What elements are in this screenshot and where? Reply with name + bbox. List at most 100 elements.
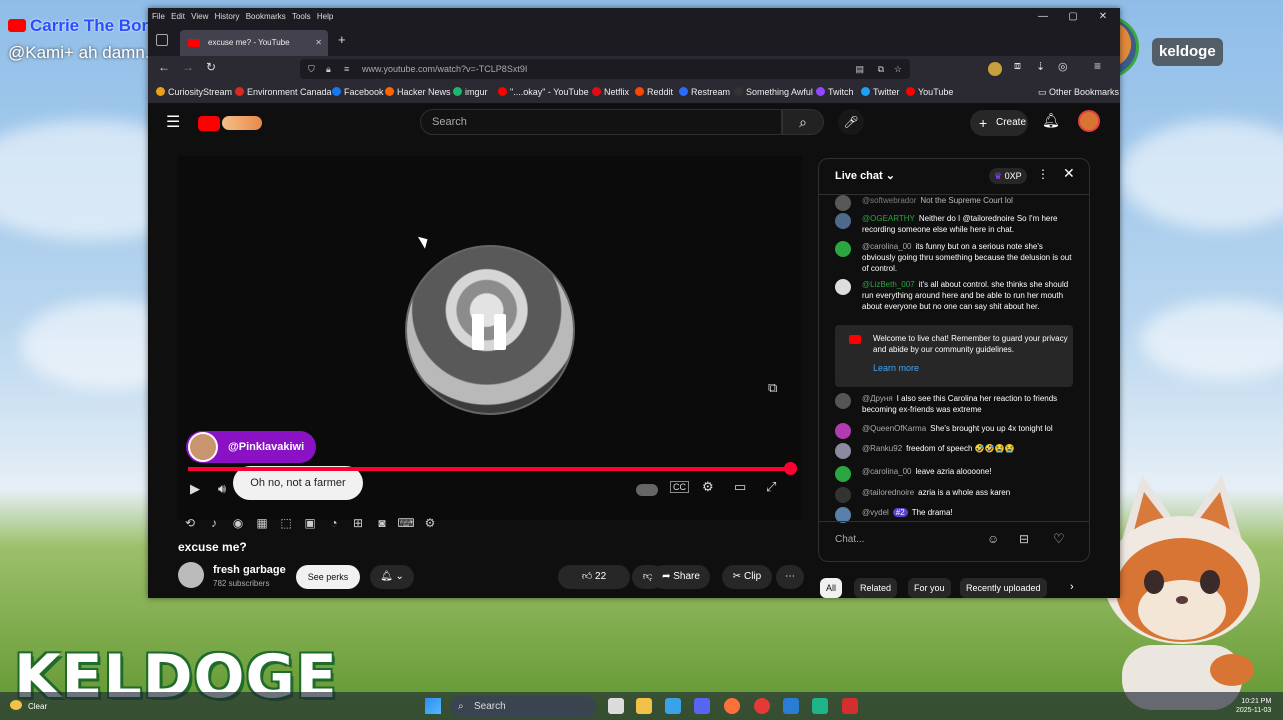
maximize-icon[interactable]: ▢ xyxy=(1058,8,1088,26)
bookmark-facebook[interactable]: Facebook xyxy=(332,87,384,97)
speed-icon[interactable]: ◔ xyxy=(322,516,346,530)
app-icon[interactable] xyxy=(754,698,770,714)
tab-list-icon[interactable] xyxy=(156,34,168,46)
file-explorer-icon[interactable] xyxy=(636,698,652,714)
discord-icon[interactable] xyxy=(694,698,710,714)
create-button[interactable]: + Create xyxy=(970,110,1028,136)
picture-in-picture-icon[interactable]: ⧉ xyxy=(878,59,884,79)
lock-icon[interactable]: 🔒︎ xyxy=(326,59,331,79)
more-options-icon[interactable]: ⋮ xyxy=(1037,167,1049,181)
chevron-right-icon[interactable]: › xyxy=(1070,581,1074,593)
close-window-icon[interactable]: ✕ xyxy=(1088,8,1118,26)
forward-icon[interactable]: → xyxy=(182,60,194,74)
filter-for-you[interactable]: For you xyxy=(908,578,951,598)
downloads-icon[interactable]: ⇣ xyxy=(1036,60,1045,73)
camera-icon[interactable]: ◙ xyxy=(370,516,394,530)
autoplay-toggle[interactable] xyxy=(636,484,658,496)
gift-icon[interactable]: ⊟ xyxy=(1019,532,1029,546)
channel-name[interactable]: fresh garbage xyxy=(213,564,286,576)
notification-bell-button[interactable]: 🔔︎ ⌄ xyxy=(370,565,414,589)
like-button[interactable]: 👍︎ 22 xyxy=(558,565,630,589)
screen-icon[interactable]: ▣ xyxy=(298,516,322,530)
bookmark-twitch[interactable]: Twitch xyxy=(816,87,854,97)
close-tab-icon[interactable]: ✕ xyxy=(315,30,322,56)
crop-icon[interactable]: ⬚ xyxy=(274,516,298,530)
filter-recently-uploaded[interactable]: Recently uploaded xyxy=(960,578,1047,598)
heart-icon[interactable]: ♡ xyxy=(1053,531,1065,547)
reload-icon[interactable]: ↻ xyxy=(206,60,216,74)
share-button[interactable]: ➦ Share xyxy=(652,565,710,589)
youtube-app-icon[interactable] xyxy=(842,698,858,714)
audio-icon[interactable]: ♪ xyxy=(202,516,226,530)
system-clock[interactable]: 10:21 PM 2025-11-03 xyxy=(1236,697,1271,715)
taskbar-search[interactable]: ⌕ Search xyxy=(450,696,596,718)
keyboard-icon[interactable]: ⌨ xyxy=(394,516,418,530)
close-chat-icon[interactable]: ✕ xyxy=(1063,165,1075,182)
eye-icon[interactable]: ◉ xyxy=(226,516,250,530)
menu-help[interactable]: Help xyxy=(317,8,333,26)
bookmark-restream[interactable]: Restream xyxy=(679,87,730,97)
bookmark-reddit[interactable]: Reddit xyxy=(635,87,673,97)
emoji-icon[interactable]: ☺ xyxy=(987,532,999,546)
microphone-icon[interactable]: 🎤︎ xyxy=(838,109,864,135)
clip-button[interactable]: ✂ Clip xyxy=(722,565,772,589)
theater-mode-icon[interactable]: ▭ xyxy=(734,479,746,495)
play-icon[interactable]: ▶ xyxy=(190,481,200,497)
bookmark-star-icon[interactable]: ☆ xyxy=(894,59,902,79)
word-icon[interactable] xyxy=(783,698,799,714)
user-avatar[interactable] xyxy=(1078,110,1100,132)
gear-icon[interactable]: ⚙ xyxy=(418,516,442,530)
hamburger-menu-icon[interactable]: ☰ xyxy=(166,112,180,132)
captions-icon[interactable]: CC xyxy=(670,481,689,493)
copilot-icon[interactable] xyxy=(665,698,681,714)
account-icon[interactable]: ◎ xyxy=(1058,60,1068,73)
extensions-puzzle-icon[interactable]: ⧈ xyxy=(1014,60,1021,73)
search-icon[interactable]: ⌕ xyxy=(782,109,824,135)
points-badge[interactable]: ♛ 0XP xyxy=(989,168,1027,184)
volume-icon[interactable]: 🔊︎ xyxy=(218,481,226,497)
settings-gear-icon[interactable]: ⚙ xyxy=(702,479,714,495)
see-perks-button[interactable]: See perks xyxy=(296,565,360,589)
weather-icon[interactable] xyxy=(10,700,22,710)
chat-input[interactable]: Chat... xyxy=(835,534,864,545)
bookmark-curiositystream[interactable]: CuriosityStream xyxy=(156,87,232,97)
url-bar[interactable]: ⛉ 🔒︎ ≡ www.youtube.com/watch?v=-TCLP8Sxt… xyxy=(300,59,910,79)
bookmark-imgur[interactable]: imgur xyxy=(453,87,488,97)
clapper-icon[interactable]: ▦ xyxy=(250,516,274,530)
minimize-icon[interactable]: — xyxy=(1028,8,1058,26)
bookmark-hacker-news[interactable]: Hacker News xyxy=(385,87,451,97)
bookmark-youtube[interactable]: YouTube xyxy=(906,87,953,97)
tab-youtube[interactable]: excuse me? - YouTube ✕ xyxy=(180,30,328,56)
channel-avatar[interactable] xyxy=(178,562,204,588)
menu-file[interactable]: File xyxy=(152,8,165,26)
firefox-icon[interactable] xyxy=(724,698,740,714)
back-icon[interactable]: ← xyxy=(158,60,170,74)
weather-label[interactable]: Clear xyxy=(28,702,47,711)
task-view-icon[interactable] xyxy=(608,698,624,714)
app-menu-icon[interactable]: ≡ xyxy=(1094,59,1101,73)
extension-icon[interactable] xyxy=(988,62,1002,76)
bookmark-twitter[interactable]: Twitter xyxy=(861,87,900,97)
menu-view[interactable]: View xyxy=(191,8,208,26)
filter-related[interactable]: Related xyxy=(854,578,898,598)
bookmark-youtube-okay[interactable]: "....okay" - YouTube xyxy=(498,87,589,97)
learn-more-link[interactable]: Learn more xyxy=(873,363,919,373)
bookmark-environment-canada[interactable]: Environment Canada xyxy=(235,87,332,97)
miniplayer-icon[interactable]: ⧉ xyxy=(768,380,777,396)
youtube-logo[interactable] xyxy=(198,116,220,131)
app-icon[interactable] xyxy=(812,698,828,714)
filter-all[interactable]: All xyxy=(820,578,843,598)
fullscreen-icon[interactable]: ⤢ xyxy=(766,479,776,495)
add-icon[interactable]: ⊞ xyxy=(346,516,370,530)
start-windows-icon[interactable] xyxy=(425,698,441,714)
new-tab-icon[interactable]: + xyxy=(338,32,346,47)
shield-icon[interactable]: ⛉ xyxy=(308,59,315,79)
menu-tools[interactable]: Tools xyxy=(292,8,311,26)
other-bookmarks[interactable]: ▭ Other Bookmarks xyxy=(1038,87,1119,98)
video-player[interactable]: ⧉ @Pinklavakiwi Oh no, not a farmer ▶ 🔊︎… xyxy=(178,156,802,520)
live-chat-dropdown[interactable]: Live chat ⌄ xyxy=(835,169,895,182)
bookmark-something-awful[interactable]: Something Awful xyxy=(734,87,813,97)
progress-bar[interactable] xyxy=(188,462,797,475)
notifications-bell-icon[interactable]: 🔔︎ xyxy=(1042,112,1060,129)
permissions-icon[interactable]: ≡ xyxy=(344,59,349,79)
